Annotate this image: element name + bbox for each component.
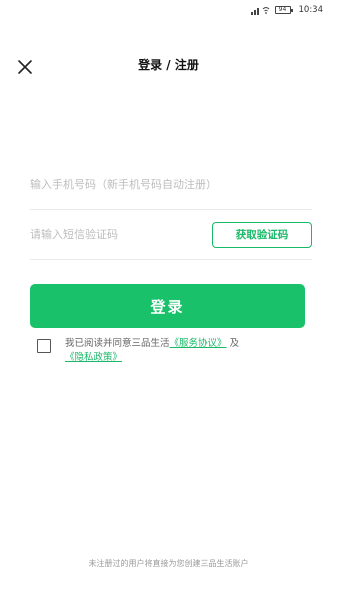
page-title: 登录 / 注册	[138, 58, 199, 72]
agreement-text: 我已阅读并同意三品生活《服务协议》 及 《隐私政策》	[65, 337, 297, 365]
agreement-conjunction: 及	[229, 338, 240, 349]
sms-code-field: 获取验证码	[30, 210, 312, 260]
agree-checkbox[interactable]	[37, 339, 51, 353]
privacy-policy-link[interactable]: 《隐私政策》	[65, 352, 122, 363]
status-bar: 94 10:34	[0, 0, 337, 20]
sms-code-input[interactable]	[30, 219, 212, 250]
signal-icons	[250, 6, 271, 15]
status-time: 10:34	[298, 5, 324, 15]
get-code-button[interactable]: 获取验证码	[212, 221, 312, 248]
phone-field	[30, 160, 312, 210]
footer-note: 未注册过的用户将直接为您创建三品生活账户	[88, 559, 249, 568]
login-screen: 94 10:34 登录 / 注册 获取验证码 登录 我已阅读并同意三品生活《服务…	[0, 0, 337, 600]
login-button[interactable]: 登录	[30, 284, 305, 328]
agreement-row: 我已阅读并同意三品生活《服务协议》 及 《隐私政策》	[37, 337, 297, 365]
service-agreement-link[interactable]: 《服务协议》	[170, 338, 227, 349]
battery-icon: 94	[274, 6, 293, 14]
agreement-prefix: 我已阅读并同意三品生活	[65, 338, 170, 349]
signal-icon	[250, 6, 269, 15]
header: 登录 / 注册	[0, 48, 337, 80]
phone-input[interactable]	[30, 169, 312, 200]
